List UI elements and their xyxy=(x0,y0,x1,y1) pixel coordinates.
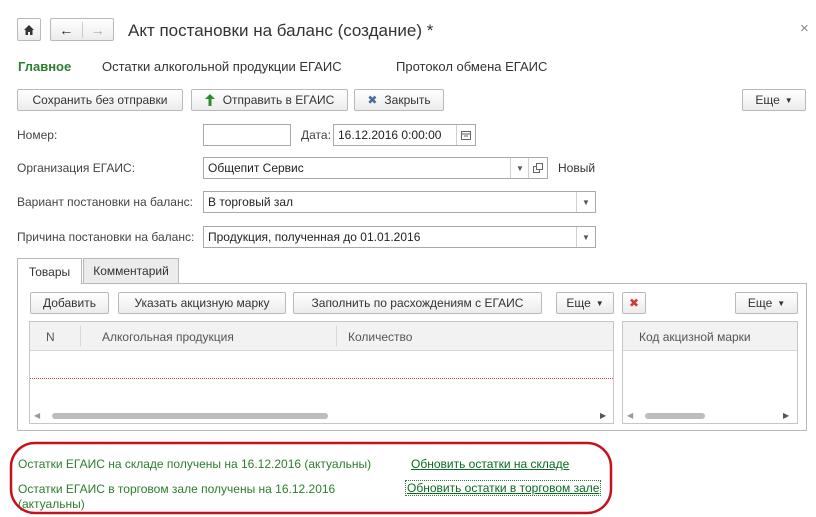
send-egais-label: Отправить в ЕГАИС xyxy=(222,93,335,107)
home-button[interactable] xyxy=(17,18,41,41)
open-link-icon[interactable] xyxy=(528,158,547,178)
reason-dropdown-icon[interactable]: ▼ xyxy=(576,227,595,247)
tab-goods[interactable]: Товары xyxy=(17,258,82,284)
variant-label: Вариант постановки на баланс: xyxy=(17,195,193,209)
fill-discrepancies-button[interactable]: Заполнить по расхождениям с ЕГАИС xyxy=(293,292,542,314)
table-row-separator xyxy=(30,378,613,379)
delete-icon: ✖ xyxy=(628,296,640,310)
side-more-button[interactable]: Еще ▼ xyxy=(735,292,798,314)
save-without-send-button[interactable]: Сохранить без отправки xyxy=(17,89,183,111)
excise-table: Код акцизной марки ◀ ▶ xyxy=(622,321,798,424)
column-header-n[interactable]: N xyxy=(46,330,55,344)
variant-value: В торговый зал xyxy=(208,195,294,209)
scroll-thumb[interactable] xyxy=(645,413,705,419)
date-input[interactable]: 16.12.2016 0:00:00 xyxy=(333,124,476,146)
reason-label: Причина постановки на баланс: xyxy=(17,230,195,244)
send-egais-button[interactable]: Отправить в ЕГАИС xyxy=(191,89,348,111)
close-button[interactable]: ✖ Закрыть xyxy=(354,89,444,111)
scroll-left-icon[interactable]: ◀ xyxy=(627,411,633,420)
more-label: Еще xyxy=(755,93,780,107)
chevron-down-icon: ▼ xyxy=(595,298,604,308)
close-label: Закрыть xyxy=(384,93,431,107)
table-more-label: Еще xyxy=(566,296,591,310)
horizontal-scrollbar[interactable]: ◀ ▶ xyxy=(30,410,613,423)
more-button[interactable]: Еще ▼ xyxy=(742,89,806,111)
reason-select[interactable]: Продукция, полученная до 01.01.2016 ▼ xyxy=(203,226,596,248)
scroll-left-icon[interactable]: ◀ xyxy=(34,411,40,420)
org-dropdown-icon[interactable]: ▼ xyxy=(510,158,529,178)
delete-button[interactable]: ✖ xyxy=(622,292,646,314)
tab-main[interactable]: Главное xyxy=(18,59,71,74)
tab-egais-protocol[interactable]: Протокол обмена ЕГАИС xyxy=(396,59,547,74)
scroll-right-icon[interactable]: ▶ xyxy=(783,411,789,420)
variant-dropdown-icon[interactable]: ▼ xyxy=(576,192,595,212)
column-header-excise-code[interactable]: Код акцизной марки xyxy=(639,330,751,344)
forward-arrow-icon[interactable]: → xyxy=(83,22,114,38)
back-arrow-icon[interactable]: ← xyxy=(51,21,83,38)
chevron-down-icon: ▼ xyxy=(784,95,793,105)
scroll-thumb[interactable] xyxy=(52,413,328,419)
date-label: Дата: xyxy=(301,128,331,142)
reason-value: Продукция, полученная до 01.01.2016 xyxy=(208,230,421,244)
window-title: Акт постановки на баланс (создание) * xyxy=(128,21,434,40)
column-header-product[interactable]: Алкогольная продукция xyxy=(102,330,234,344)
table-more-button[interactable]: Еще ▼ xyxy=(556,292,614,314)
org-label: Организация ЕГАИС: xyxy=(17,161,136,175)
close-icon[interactable]: × xyxy=(800,20,809,37)
org-input[interactable]: Общепит Сервис ▼ xyxy=(203,157,548,179)
home-icon xyxy=(24,24,34,35)
add-button[interactable]: Добавить xyxy=(30,292,109,314)
tab-comment[interactable]: Комментарий xyxy=(83,258,179,283)
close-x-icon: ✖ xyxy=(367,93,378,107)
excise-table-header: Код акцизной марки xyxy=(623,322,797,351)
column-divider xyxy=(336,326,337,346)
column-header-quantity[interactable]: Количество xyxy=(348,330,412,344)
goods-table: N Алкогольная продукция Количество ◀ ▶ xyxy=(29,321,614,424)
nav-history-group: ← → xyxy=(50,18,114,41)
side-more-label: Еще xyxy=(747,296,773,310)
number-label: Номер: xyxy=(17,128,58,142)
date-value: 16.12.2016 0:00:00 xyxy=(338,128,442,142)
side-horizontal-scrollbar[interactable]: ◀ ▶ xyxy=(623,410,797,423)
table-header: N Алкогольная продукция Количество xyxy=(30,322,613,351)
org-status: Новый xyxy=(558,161,596,175)
chevron-down-icon: ▼ xyxy=(777,298,786,308)
scroll-right-icon[interactable]: ▶ xyxy=(600,411,606,420)
org-value: Общепит Сервис xyxy=(208,161,304,175)
column-divider xyxy=(80,326,81,346)
excise-mark-button[interactable]: Указать акцизную марку xyxy=(118,292,286,314)
calendar-icon[interactable] xyxy=(456,125,475,145)
number-input[interactable] xyxy=(203,124,291,146)
tab-egais-stock[interactable]: Остатки алкогольной продукции ЕГАИС xyxy=(102,59,342,74)
variant-select[interactable]: В торговый зал ▼ xyxy=(203,191,596,213)
arrow-up-icon xyxy=(204,94,215,106)
highlight-ellipse xyxy=(9,441,613,515)
